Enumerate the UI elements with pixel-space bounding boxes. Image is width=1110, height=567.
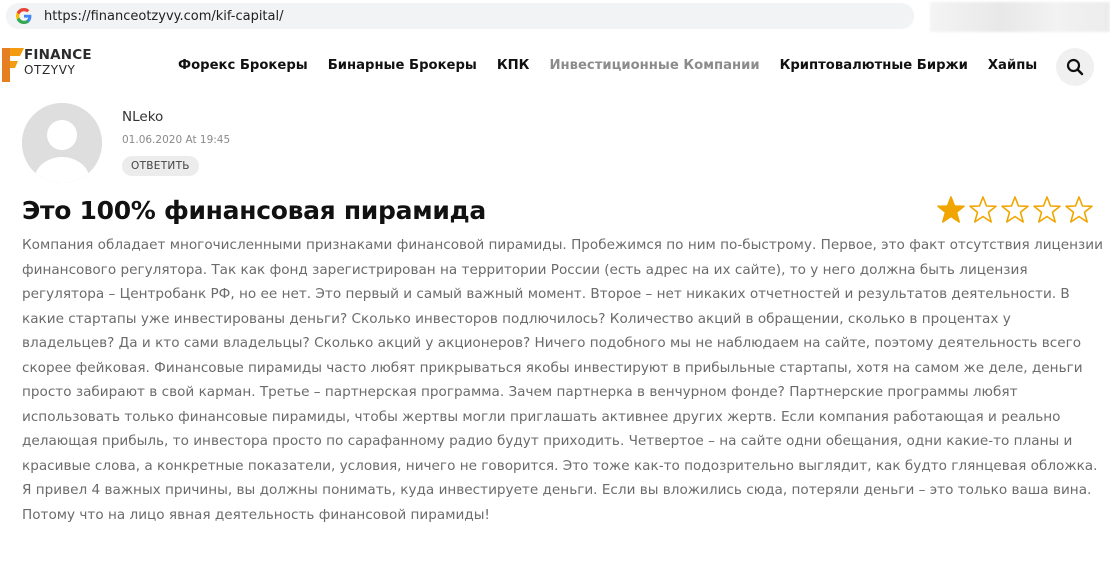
site-header: FINANCE OTZYVY Форекс Брокеры Бинарные Б… (0, 34, 1110, 98)
star-rating (936, 195, 1094, 225)
logo-word-otzyvy: OTZYVY (24, 63, 76, 77)
user-placeholder-icon (22, 103, 102, 183)
google-icon (16, 8, 32, 24)
site-logo[interactable]: FINANCE OTZYVY (0, 46, 110, 86)
url-text: https://financeotzyvy.com/kif-capital/ (44, 8, 284, 24)
nav-item-crypto[interactable]: Криптовалютные Биржи (780, 58, 968, 73)
nav-item-hyip[interactable]: Хайпы (988, 58, 1037, 73)
address-bar[interactable]: https://financeotzyvy.com/kif-capital/ (6, 3, 914, 29)
search-button[interactable] (1056, 48, 1094, 86)
star-empty-icon (1065, 196, 1093, 223)
nav-item-binary[interactable]: Бинарные Брокеры (328, 58, 477, 73)
review-paragraph: Компания обладает многочисленными призна… (22, 237, 1103, 474)
search-icon (1066, 58, 1084, 76)
logo-mark-icon (2, 48, 24, 82)
review-body: Компания обладает многочисленными призна… (22, 233, 1107, 527)
browser-toolbar: https://financeotzyvy.com/kif-capital/ (0, 0, 1110, 34)
review-paragraph: Я привел 4 важных причины, вы должны пон… (22, 482, 1092, 523)
review-date: 01.06.2020 At 19:45 (122, 134, 231, 146)
blurred-toolbar-area (930, 2, 1110, 32)
logo-word-finance: FINANCE (24, 47, 92, 63)
review-title: Это 100% финансовая пирамида (22, 196, 487, 225)
main-nav: Форекс Брокеры Бинарные Брокеры КПК Инве… (178, 58, 1057, 73)
nav-item-investment[interactable]: Инвестиционные Компании (549, 58, 759, 73)
reply-button[interactable]: ОТВЕТИТЬ (122, 156, 199, 176)
star-filled-icon (937, 196, 965, 223)
nav-item-kpk[interactable]: КПК (497, 58, 530, 73)
star-empty-icon (1001, 196, 1029, 223)
review-author: NLeko (122, 109, 164, 125)
star-empty-icon (1033, 196, 1061, 223)
avatar (22, 103, 102, 183)
star-empty-icon (969, 196, 997, 223)
nav-item-forex[interactable]: Форекс Брокеры (178, 58, 308, 73)
